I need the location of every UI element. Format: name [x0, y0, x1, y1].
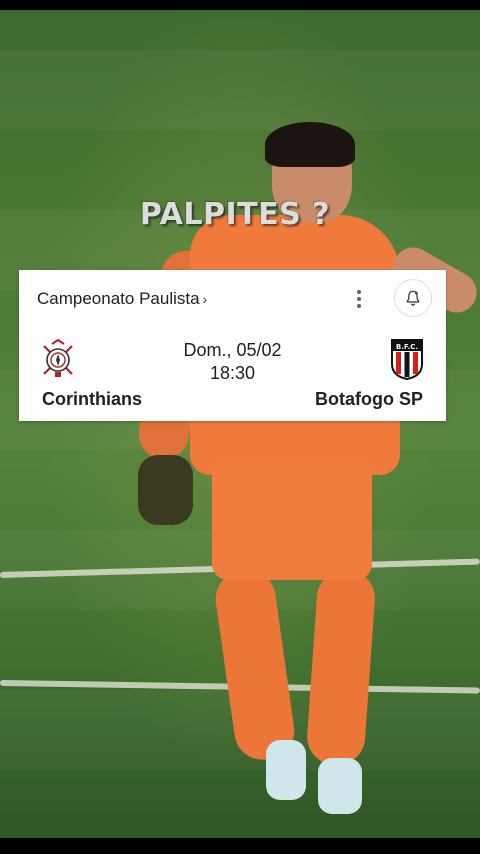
chevron-right-icon: ›: [202, 291, 208, 307]
match-card[interactable]: Campeonato Paulista › Dom., 05/02 18:30 B…: [19, 270, 446, 421]
away-team-name[interactable]: Botafogo SP: [315, 389, 423, 410]
more-vert-icon: [357, 290, 361, 294]
match-date: Dom., 05/02: [183, 340, 282, 360]
goalkeeper-glove: [138, 455, 193, 525]
bell-add-icon: [406, 290, 420, 306]
botafogo-sp-crest-icon: B.F.C.: [391, 339, 423, 380]
home-team-name[interactable]: Corinthians: [42, 389, 142, 410]
more-vert-dot: [357, 297, 361, 301]
competition-link[interactable]: Campeonato Paulista ›: [37, 289, 207, 309]
video-background[interactable]: [0, 10, 480, 838]
competition-name: Campeonato Paulista: [37, 289, 200, 308]
match-datetime: Dom., 05/02 18:30: [169, 339, 296, 385]
player-shorts: [212, 460, 372, 580]
player-hair: [265, 122, 355, 167]
more-options-button[interactable]: [349, 284, 369, 314]
pitch-stripe: [0, 50, 480, 130]
player-boot: [266, 740, 306, 800]
video-headline: PALPITES ?: [139, 197, 331, 232]
player-boot: [318, 758, 362, 814]
match-time: 18:30: [209, 363, 256, 383]
corinthians-crest-icon: [43, 338, 73, 377]
notification-bell-button[interactable]: [394, 279, 432, 317]
more-vert-dot: [357, 304, 361, 308]
crest-text: B.F.C.: [396, 343, 418, 351]
